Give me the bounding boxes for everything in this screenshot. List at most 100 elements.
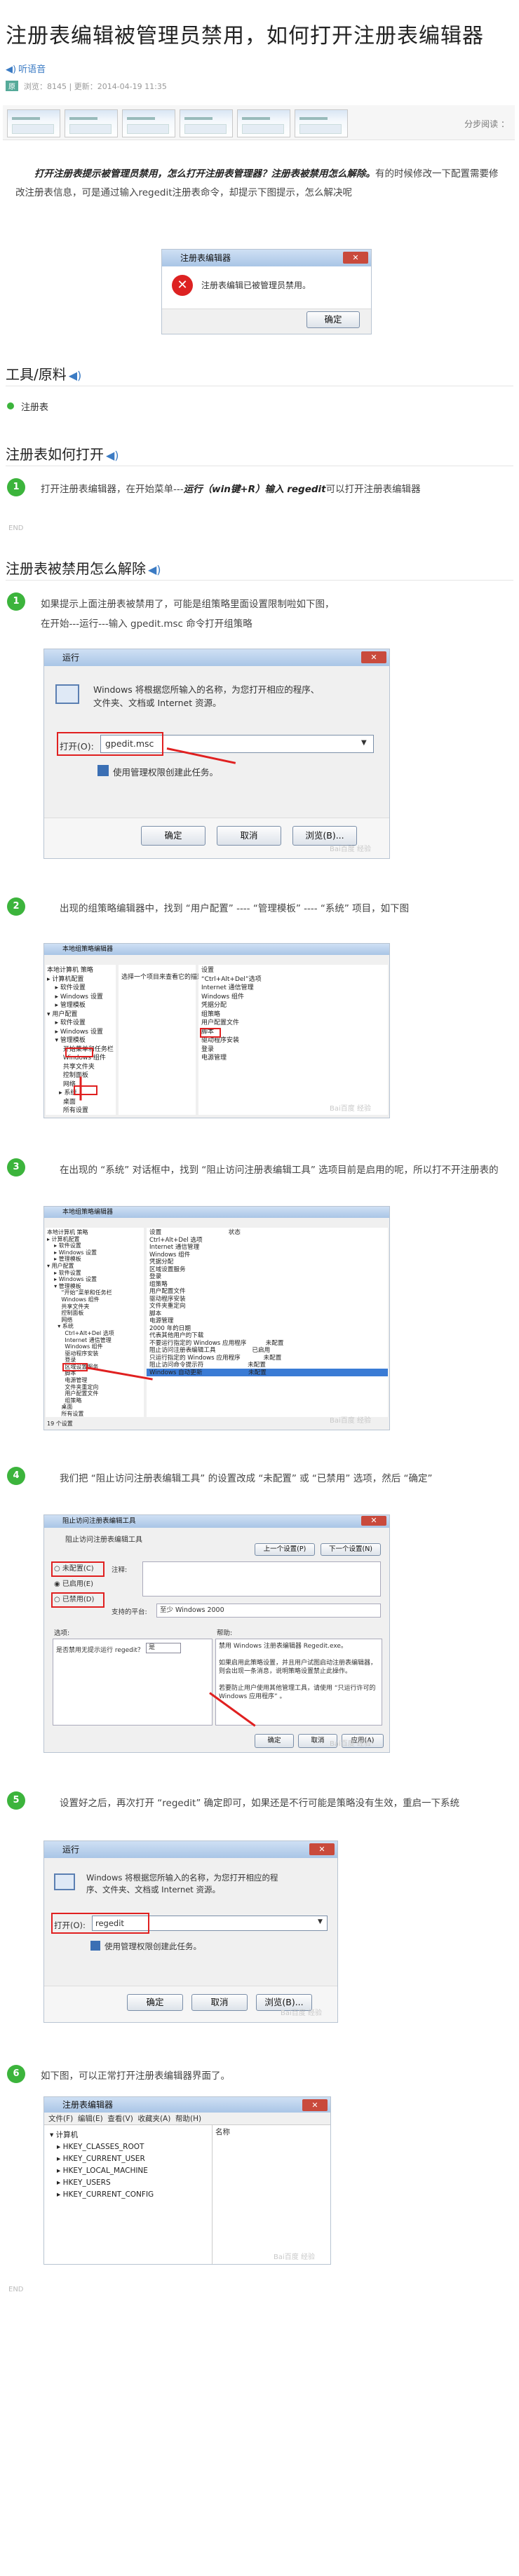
- thumbnail[interactable]: [237, 109, 290, 137]
- ok-button[interactable]: 确定: [306, 311, 360, 328]
- step-number: 3: [7, 1158, 25, 1177]
- arrow-icon: [79, 1076, 82, 1101]
- highlight-box: [51, 1561, 105, 1577]
- original-badge: 原: [6, 81, 18, 91]
- thumbnail[interactable]: [7, 109, 60, 137]
- policy-tree: 本地计算机 策略 ▸ 计算机配置 ▸ 软件设置 ▸ Windows 设置 ▸ 管…: [47, 1229, 114, 1418]
- platform-value: 至少 Windows 2000: [156, 1604, 381, 1618]
- thumbnail[interactable]: [122, 109, 175, 137]
- speaker-icon: ◀): [6, 65, 17, 75]
- thumbnail[interactable]: [65, 109, 118, 137]
- step-text: 如下图，可以正常打开注册表编辑器界面了。: [41, 2070, 230, 2082]
- window-titlebar: 注册表编辑器 ✕: [44, 2097, 330, 2113]
- speaker-icon[interactable]: ◀): [106, 449, 119, 462]
- chevron-down-icon[interactable]: ▼: [318, 1918, 323, 1925]
- close-icon[interactable]: ✕: [302, 2099, 328, 2111]
- watermark: Bai百度 经验: [330, 846, 371, 853]
- close-icon[interactable]: ✕: [343, 252, 368, 264]
- end-mark: END: [8, 524, 24, 532]
- ok-button[interactable]: 确定: [127, 1994, 183, 2011]
- window-title: 本地组策略编辑器: [44, 1207, 389, 1218]
- dialog-titlebar: 注册表编辑器 ✕: [162, 250, 371, 266]
- highlight-box: [74, 1085, 97, 1095]
- options-label: 选项:: [54, 1629, 70, 1637]
- option-select[interactable]: 是: [146, 1643, 181, 1653]
- hint-text: 选择一个项目来查看它的描述。: [121, 974, 210, 981]
- next-setting-button[interactable]: 下一个设置(N): [321, 1543, 381, 1556]
- chevron-down-icon[interactable]: ▼: [361, 739, 367, 747]
- cancel-button[interactable]: 取消: [217, 826, 281, 846]
- name-column: 名称: [215, 2128, 230, 2136]
- disabled-dialog: 注册表编辑器 ✕ ✕ 注册表编辑已被管理员禁用。 确定: [161, 249, 372, 334]
- step-text: 在出现的 “系统” 对话框中，找到 “阻止访问注册表编辑工具” 选项目前是启用的…: [60, 1165, 499, 1176]
- section-open: 注册表如何打开 ◀): [6, 443, 119, 463]
- dialog-title: 运行: [62, 1845, 80, 1855]
- tool-item: 注册表: [21, 402, 49, 413]
- status-bar: 19 个设置: [47, 1421, 73, 1427]
- step-text: 出现的组策略编辑器中，找到 “用户配置” ---- “管理模板” ---- “系…: [60, 903, 410, 914]
- step-text: 如果提示上面注册表被禁用了，可能是组策略里面设置限制啦如下图，在开始---运行-…: [41, 599, 335, 630]
- run-icon: [54, 1873, 75, 1890]
- thumbnail[interactable]: [295, 109, 348, 137]
- speaker-icon[interactable]: ◀): [69, 369, 82, 382]
- section-unlock: 注册表被禁用怎么解除 ◀): [6, 557, 161, 578]
- section-title: 注册表被禁用怎么解除: [6, 560, 146, 577]
- watermark: Bai百度 经验: [281, 2009, 322, 2017]
- highlight-box: [65, 1048, 93, 1057]
- settings-pane: 设置 状态 Ctrl+Alt+Del 选项 Internet 通信管理 Wind…: [147, 1228, 388, 1417]
- shield-icon: [90, 1941, 100, 1951]
- policy-setting-dialog: 阻止访问注册表编辑工具 ✕ 阻止访问注册表编辑工具 上一个设置(P) 下一个设置(…: [43, 1514, 390, 1753]
- step-text: 我们把 “阻止访问注册表编辑工具” 的设置改成 “未配置” 或 “已禁用” 选项…: [60, 1473, 433, 1484]
- option-line: 是否禁用无提示运行 regedit？: [56, 1647, 144, 1654]
- dialog-titlebar: 运行 ✕: [44, 649, 389, 666]
- ok-button[interactable]: 确定: [255, 1734, 294, 1748]
- error-icon: ✕: [172, 275, 193, 296]
- key-tree-pane: ▾ 计算机 ▸ HKEY_CLASSES_ROOT ▸ HKEY_CURRENT…: [44, 2125, 213, 2264]
- key-tree[interactable]: ▾ 计算机 ▸ HKEY_CLASSES_ROOT ▸ HKEY_CURRENT…: [50, 2129, 154, 2201]
- highlight-box: [200, 1028, 221, 1038]
- highlight-box: [62, 1363, 88, 1371]
- dialog-title: 注册表编辑器: [180, 253, 231, 263]
- comment-field[interactable]: [142, 1561, 381, 1597]
- watermark: Bai百度 经验: [330, 1417, 371, 1425]
- speaker-icon[interactable]: ◀): [148, 563, 161, 576]
- section-tools: 工具/原料 ◀): [6, 363, 81, 384]
- step-number: 2: [7, 897, 25, 916]
- close-icon[interactable]: ✕: [361, 651, 386, 663]
- admin-note: 使用管理权限创建此任务。: [105, 1941, 201, 1951]
- divider: [6, 580, 513, 581]
- watermark: Bai百度 经验: [330, 1105, 371, 1113]
- settings-pane: 设置 “Ctrl+Alt+Del”选项 Internet 通信管理 Window…: [198, 965, 388, 1115]
- watermark: Bai百度 经验: [274, 2253, 315, 2261]
- step-reading-link[interactable]: 分步阅读 ：: [464, 118, 509, 130]
- thumbnail[interactable]: [180, 109, 233, 137]
- bullet-icon: [7, 402, 14, 409]
- help-label: 帮助:: [217, 1629, 233, 1637]
- support-label: 支持的平台:: [112, 1608, 147, 1616]
- menu-bar[interactable]: 文件(F) 编辑(E) 查看(V) 收藏夹(A) 帮助(H): [44, 2113, 330, 2125]
- step-text: 打开注册表编辑器，在开始菜单---运行（win键+R）输入 regedit可以打…: [41, 484, 421, 495]
- ok-button[interactable]: 确定: [141, 826, 205, 846]
- section-title: 工具/原料: [6, 366, 67, 383]
- tree-pane: 本地计算机 策略 ▸ 计算机配置 ▸ 软件设置 ▸ Windows 设置 ▸ 管…: [46, 1228, 144, 1417]
- close-icon[interactable]: ✕: [361, 1516, 386, 1526]
- page-title: 注册表编辑被管理员禁用，如何打开注册表编辑器: [6, 24, 484, 48]
- radio-enabled[interactable]: ◉ 已启用(E): [54, 1577, 94, 1592]
- cancel-button[interactable]: 取消: [191, 1994, 248, 2011]
- highlight-box: [51, 1592, 105, 1608]
- listen-button[interactable]: ◀) 听语音: [6, 62, 46, 75]
- comment-label: 注释:: [112, 1566, 128, 1574]
- dialog-title: 运行: [62, 653, 80, 663]
- dialog-titlebar: 运行 ✕: [44, 1841, 337, 1858]
- step-number: 5: [7, 1791, 25, 1810]
- help-text: 禁用 Windows 注册表编辑器 Regedit.exe。 如果启用此策略设置…: [215, 1639, 382, 1726]
- window-title: 本地组策略编辑器: [44, 944, 389, 955]
- run-message: Windows 将根据您所输入的名称，为您打开相应的程序、文件夹、文档或 Int…: [93, 684, 320, 708]
- prev-setting-button[interactable]: 上一个设置(P): [255, 1543, 315, 1556]
- settings-list: 设置 状态 Ctrl+Alt+Del 选项 Internet 通信管理 Wind…: [149, 1229, 284, 1376]
- listen-label: 听语音: [18, 65, 46, 75]
- options-pane: 是否禁用无提示运行 regedit？ 是: [53, 1639, 213, 1726]
- step-number: 6: [7, 2065, 25, 2083]
- intro-paragraph: 打开注册表提示被管理员禁用，怎么打开注册表管理器？注册表被禁用怎么解除。有的时候…: [15, 165, 506, 203]
- close-icon[interactable]: ✕: [309, 1843, 335, 1855]
